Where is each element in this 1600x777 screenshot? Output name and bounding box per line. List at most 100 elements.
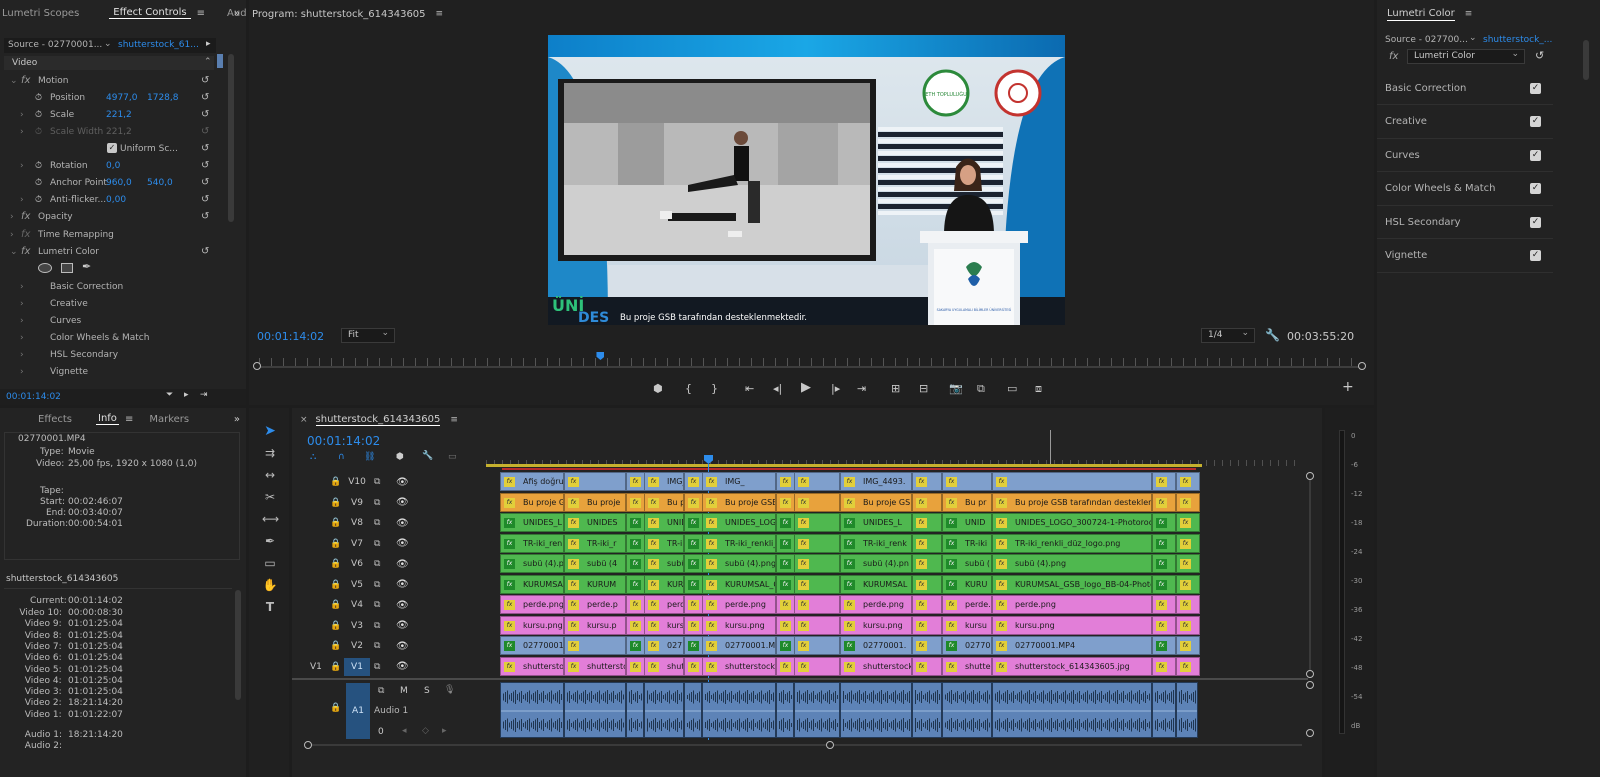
checkbox-checked-icon[interactable]: ✓ [107, 143, 117, 153]
timeline-clip[interactable]: fx [912, 574, 942, 594]
mark-out-icon[interactable]: } [711, 382, 718, 395]
timeline-clip[interactable]: fx [912, 636, 942, 655]
lumetri-section-row[interactable]: Creative ✓ [1377, 106, 1553, 139]
reset-icon[interactable]: ↺ [201, 246, 209, 257]
selection-tool-icon[interactable]: ➤ [262, 423, 278, 439]
menu-icon[interactable]: ≡ [450, 415, 458, 425]
sync-lock-icon[interactable]: ⧉ [374, 539, 380, 549]
reset-icon[interactable]: ↺ [201, 92, 209, 103]
audio-clip[interactable] [992, 682, 1152, 738]
reset-icon[interactable]: ↺ [201, 75, 209, 86]
overflow-chevron-icon[interactable]: » [234, 8, 240, 19]
go-to-in-icon[interactable]: ⇤ [745, 382, 754, 395]
reset-icon[interactable]: ↺ [201, 177, 209, 188]
audio-vscroll-top-handle[interactable] [1306, 681, 1314, 689]
timeline-clip[interactable]: fx kursu.png [702, 615, 776, 635]
ellipse-mask-icon[interactable] [38, 263, 52, 273]
timeline-clip[interactable]: fx kursu.png [992, 615, 1152, 635]
audio-clip[interactable] [500, 682, 564, 738]
timeline-clip[interactable]: fx UNIDES_LOGO_300724-1-Photoroom.pn [992, 513, 1152, 532]
timeline-clip[interactable]: fx [794, 656, 840, 676]
timeline-clip[interactable]: fx [1176, 533, 1200, 553]
timeline-clip[interactable]: fx shutterstock [840, 656, 912, 676]
position-y-value[interactable]: 1728,8 [147, 93, 179, 103]
fx-icon[interactable]: fx [21, 211, 30, 222]
sync-lock-icon[interactable]: ⧉ [374, 641, 380, 651]
chevron-right-icon[interactable]: › [20, 161, 24, 171]
linked-selection-icon[interactable]: ⛓ [364, 452, 375, 462]
timeline-vertical-scrollbar[interactable] [1306, 472, 1314, 678]
fx-icon[interactable]: fx [21, 246, 30, 257]
checkbox-checked-icon[interactable]: ✓ [1530, 183, 1541, 194]
lock-icon[interactable]: 🔒 [330, 703, 341, 713]
go-to-out-icon[interactable]: ⇥ [857, 382, 866, 395]
timeline-clip[interactable]: fx [1176, 636, 1200, 655]
timeline-clip[interactable]: fx Afiş doğrus [500, 472, 564, 491]
rect-mask-icon[interactable] [61, 263, 73, 273]
timeline-clip[interactable]: fx subü (4).pn [500, 554, 564, 573]
timeline-clip[interactable]: fx 0277 [644, 636, 684, 655]
eye-icon[interactable]: 👁 [396, 538, 409, 549]
eye-icon[interactable]: 👁 [396, 620, 409, 631]
pen-mask-icon[interactable]: ✒ [82, 260, 91, 273]
track-name[interactable]: V6 [344, 555, 370, 573]
timeline-clip[interactable]: fx [794, 574, 840, 594]
work-area-bar[interactable] [486, 464, 1202, 467]
sequence-tab[interactable]: shutterstock_614343605 [315, 414, 441, 426]
keyframe-next-icon[interactable]: ▸ [442, 726, 447, 736]
menu-icon[interactable]: ≡ [197, 8, 205, 19]
timeline-clip[interactable]: fx [912, 615, 942, 635]
hscroll-start-handle[interactable] [304, 741, 312, 749]
timeline-clip[interactable]: fx perde.png [840, 595, 912, 614]
timeline-clip[interactable]: fx Bu proje [564, 492, 626, 512]
track-name[interactable]: V10 [344, 473, 370, 491]
timeline-clip[interactable]: fx [942, 472, 992, 491]
vscroll-bottom-handle[interactable] [1306, 670, 1314, 678]
timeline-clip[interactable]: fx UNIDES_LOGO [702, 513, 776, 532]
program-video-frame[interactable]: ETH TOPLULUĞU SAKARYA UYGULAMALI BİLİMLE… [548, 35, 1065, 325]
timeline-clip[interactable]: fx [1176, 513, 1200, 532]
reset-icon[interactable]: ↺ [201, 109, 209, 120]
chevron-right-icon[interactable]: › [20, 282, 24, 292]
lumetri-section-row[interactable]: Basic Correction ✓ [1377, 72, 1553, 105]
close-icon[interactable]: × [300, 415, 308, 425]
checkbox-checked-icon[interactable]: ✓ [1530, 116, 1541, 127]
audio-clip[interactable] [794, 682, 840, 738]
timeline-clip[interactable]: fx shutterstoc [500, 656, 564, 676]
scale-row[interactable]: › ⏱ Scale 221,2 ↺ [0, 106, 222, 123]
resolution-dropdown[interactable]: 1/4 ⌄ [1201, 328, 1255, 343]
eye-icon[interactable]: 👁 [396, 641, 409, 652]
timeline-clip[interactable]: fxIMG_45 [1152, 472, 1176, 491]
loop-icon[interactable]: ⇥ [200, 390, 208, 400]
timeline-clip[interactable]: fx UNIDES_L [840, 513, 912, 532]
rectangle-tool-icon[interactable]: ▭ [262, 555, 278, 571]
timeline-clip[interactable]: fx [992, 472, 1152, 491]
timeline-clip[interactable]: fx [1176, 595, 1200, 614]
timeline-clip[interactable]: fxkursu [942, 615, 992, 635]
timeline-clip[interactable]: fx UNID [644, 513, 684, 532]
source-label[interactable]: Source - 02770001... [8, 40, 102, 50]
checkbox-checked-icon[interactable]: ✓ [1530, 149, 1541, 161]
lumetri-scrollbar[interactable] [1583, 40, 1589, 80]
timeline-clip[interactable]: fx [564, 636, 626, 655]
eye-icon[interactable]: 👁 [396, 477, 409, 488]
timeline-clip[interactable]: fxsubü [644, 554, 684, 573]
timeline-timecode[interactable]: 00:01:14:02 [307, 434, 380, 448]
sync-lock-icon[interactable]: ⧉ [374, 621, 380, 631]
ec-scrollbar[interactable] [228, 54, 234, 222]
audio-clip[interactable] [942, 682, 992, 738]
add-button-icon[interactable]: + [1342, 379, 1354, 395]
timeline-clip[interactable]: fx [1176, 615, 1200, 635]
vr-icon[interactable]: ⧈ [1035, 382, 1042, 396]
lift-icon[interactable]: ⊞ [891, 382, 900, 395]
timeline-clip[interactable]: fx KURUM [564, 574, 626, 594]
audio-clip[interactable] [644, 682, 684, 738]
lumetri-section-row[interactable]: Vignette ✓ [1377, 240, 1553, 273]
play-icon[interactable]: ▶ [801, 380, 811, 395]
menu-icon[interactable]: ≡ [125, 414, 133, 425]
reset-icon[interactable]: ↺ [201, 211, 209, 222]
timeline-clip[interactable]: fx [1152, 492, 1176, 512]
anchor-y-value[interactable]: 540,0 [147, 178, 173, 188]
track-name[interactable]: V1 [344, 657, 370, 676]
ec-basic-row[interactable]: › Basic Correction [0, 278, 222, 295]
